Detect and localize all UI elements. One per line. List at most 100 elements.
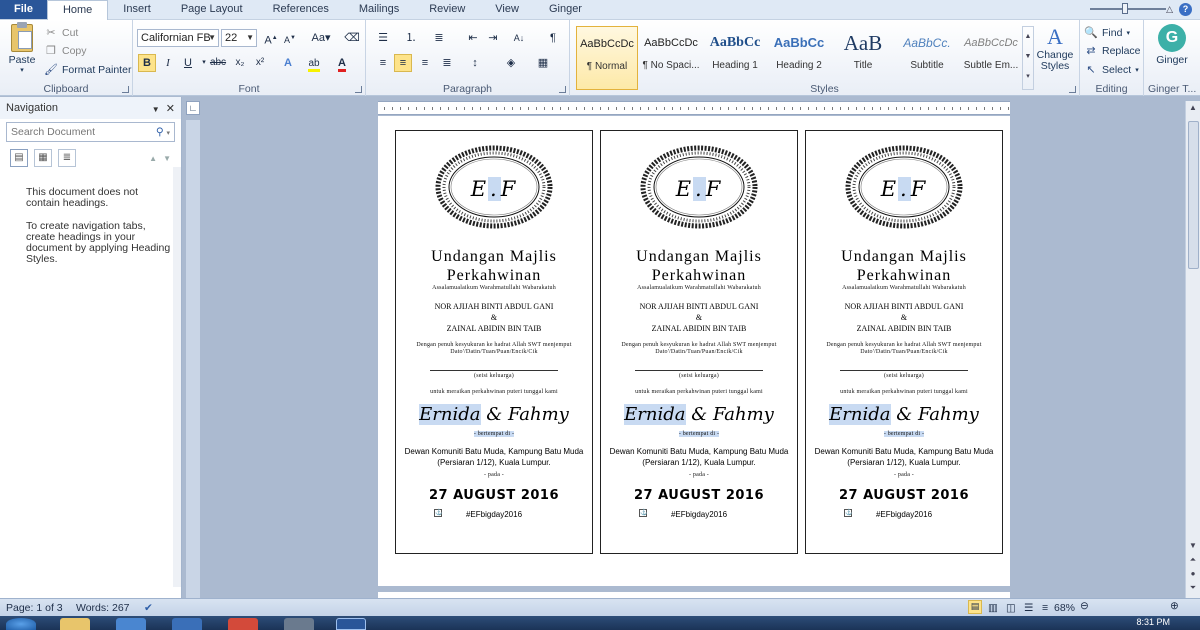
tab-references[interactable]: References <box>258 0 344 19</box>
style-no-spacing[interactable]: AaBbCcDc ¶ No Spaci... <box>640 26 702 90</box>
style-subtitle[interactable]: AaBbCc. Subtitle <box>896 26 958 90</box>
style-normal[interactable]: AaBbCcDc ¶ Normal <box>576 26 638 90</box>
horizontal-ruler[interactable] <box>378 101 1010 115</box>
app-taskbar-icon[interactable] <box>116 618 146 630</box>
full-screen-reading-icon[interactable]: ▥ <box>988 602 998 614</box>
bold-button[interactable]: B <box>138 54 156 72</box>
scroll-up-icon[interactable]: ▲ <box>1186 101 1200 115</box>
search-document-input[interactable]: Search Document ⚲ ▾ <box>6 122 175 142</box>
font-launcher-icon[interactable] <box>355 86 362 93</box>
tab-insert[interactable]: Insert <box>108 0 166 19</box>
copy-button[interactable]: ❐ Copy <box>44 42 86 60</box>
style-heading-2[interactable]: AaBbCc Heading 2 <box>768 26 830 90</box>
superscript-button[interactable]: x² <box>251 54 269 72</box>
search-options-icon[interactable]: ▾ <box>166 130 170 137</box>
find-button[interactable]: 🔍 Find ▾ <box>1084 24 1130 42</box>
zoom-slider[interactable] <box>1090 8 1166 10</box>
pane-options-icon[interactable]: ▼ <box>152 105 160 114</box>
zoom-slider-thumb[interactable] <box>1122 3 1128 14</box>
browser-taskbar-icon[interactable] <box>228 618 258 630</box>
zoom-in-icon[interactable]: ⊕ <box>1170 600 1179 612</box>
tab-view[interactable]: View <box>480 0 534 19</box>
previous-page-icon[interactable]: ⏶ <box>1186 553 1200 567</box>
minimize-ribbon-icon[interactable]: △ <box>1166 4 1173 15</box>
print-layout-icon[interactable]: ▤ <box>968 600 982 614</box>
app-taskbar-icon[interactable] <box>284 618 314 630</box>
numbering-icon[interactable]: ⒈ <box>402 29 420 47</box>
app-taskbar-icon[interactable] <box>172 618 202 630</box>
vertical-ruler[interactable] <box>186 120 200 598</box>
styles-launcher-icon[interactable] <box>1069 86 1076 93</box>
cut-button[interactable]: ✂ Cut <box>44 24 78 42</box>
paste-button[interactable]: Paste ▾ <box>6 22 38 74</box>
clear-formatting-icon[interactable]: ⌫ <box>343 29 361 47</box>
scroll-down-icon[interactable]: ▼ <box>1186 539 1200 553</box>
web-layout-icon[interactable]: ◫ <box>1006 602 1016 614</box>
font-family-select[interactable]: Californian FB ▼ <box>137 29 219 47</box>
format-painter-button[interactable]: 🖌 Format Painter <box>44 61 131 79</box>
increase-indent-icon[interactable]: ⇥ <box>484 29 502 47</box>
tab-ginger[interactable]: Ginger <box>534 0 597 19</box>
close-icon[interactable]: ✕ <box>166 103 175 115</box>
sort-icon[interactable]: A↓ <box>510 29 528 47</box>
tab-mailings[interactable]: Mailings <box>344 0 414 19</box>
select-browse-object-icon[interactable]: ● <box>1186 567 1200 581</box>
change-styles-button[interactable]: A Change Styles <box>1034 24 1076 72</box>
outline-icon[interactable]: ☰ <box>1024 602 1033 614</box>
multilevel-list-icon[interactable]: ≣ <box>430 29 448 47</box>
next-page-icon[interactable]: ⏷ <box>1186 581 1200 595</box>
select-button[interactable]: ↖ Select ▾ <box>1084 61 1138 79</box>
browse-pages-tab[interactable]: ▦ <box>34 149 52 167</box>
browse-results-tab[interactable]: ≣ <box>58 149 76 167</box>
vertical-scrollbar[interactable]: ▲ ▼ ⏶ ● ⏷ <box>1185 101 1200 598</box>
word-count[interactable]: Words: 267 <box>76 602 130 614</box>
tab-file[interactable]: File <box>0 0 47 19</box>
grow-font-button[interactable]: A▲ <box>262 29 280 47</box>
justify-icon[interactable]: ≣ <box>438 54 456 72</box>
change-case-button[interactable]: Aa▾ <box>309 29 333 47</box>
bullets-icon[interactable]: ☰ <box>374 29 392 47</box>
style-title[interactable]: AaB Title <box>832 26 894 90</box>
proofing-icon[interactable]: ✔ <box>144 602 153 614</box>
style-subtle-emphasis[interactable]: AaBbCcDc Subtle Em... <box>960 26 1022 90</box>
ginger-button[interactable]: G Ginger <box>1152 24 1192 66</box>
italic-button[interactable]: I <box>159 54 177 72</box>
align-left-icon[interactable]: ≡ <box>374 54 392 72</box>
font-color-button[interactable]: A <box>333 54 351 72</box>
styles-scroll[interactable]: ▲ ▼ ▾ <box>1022 26 1034 90</box>
show-formatting-marks-icon[interactable]: ¶ <box>544 29 562 47</box>
help-icon[interactable]: ? <box>1179 3 1192 16</box>
zoom-out-icon[interactable]: ⊖ <box>1080 600 1089 612</box>
invitation-card[interactable]: E.F Undangan Majlis Perkahwinan Assalamu… <box>805 130 1003 554</box>
search-icon[interactable]: ⚲ <box>156 126 164 138</box>
zoom-level[interactable]: 68% <box>1054 602 1075 614</box>
previous-arrow-icon[interactable]: ▲ <box>149 154 157 163</box>
tab-page-layout[interactable]: Page Layout <box>166 0 258 19</box>
subscript-button[interactable]: x₂ <box>231 54 249 72</box>
start-button[interactable] <box>6 618 36 630</box>
invitation-card[interactable]: E.F Undangan Majlis Perkahwinan Assalamu… <box>395 130 593 554</box>
font-size-select[interactable]: 22 ▼ <box>221 29 257 47</box>
next-arrow-icon[interactable]: ▼ <box>163 154 171 163</box>
navigation-scrollbar[interactable] <box>173 167 181 587</box>
paragraph-launcher-icon[interactable] <box>559 86 566 93</box>
document-page[interactable]: E.F Undangan Majlis Perkahwinan Assalamu… <box>378 116 1010 586</box>
tab-review[interactable]: Review <box>414 0 480 19</box>
strikethrough-button[interactable]: abc <box>209 54 227 72</box>
document-area[interactable]: E.F Undangan Majlis Perkahwinan Assalamu… <box>200 116 1185 598</box>
clipboard-launcher-icon[interactable] <box>122 86 129 93</box>
tab-home[interactable]: Home <box>46 0 109 21</box>
draft-icon[interactable]: ≡ <box>1042 602 1048 614</box>
replace-button[interactable]: ⇄ Replace <box>1084 42 1140 60</box>
line-spacing-icon[interactable]: ↕ <box>466 54 484 72</box>
shading-icon[interactable]: ◈ <box>502 54 520 72</box>
page-count[interactable]: Page: 1 of 3 <box>6 602 63 614</box>
text-effects-button[interactable]: A <box>279 54 297 72</box>
tab-selector[interactable]: ∟ <box>186 101 200 115</box>
word-taskbar-icon[interactable] <box>336 618 366 630</box>
style-heading-1[interactable]: AaBbCc Heading 1 <box>704 26 766 90</box>
align-right-icon[interactable]: ≡ <box>416 54 434 72</box>
shrink-font-button[interactable]: A▼ <box>281 29 299 47</box>
align-center-icon[interactable]: ≡ <box>394 54 412 72</box>
decrease-indent-icon[interactable]: ⇤ <box>464 29 482 47</box>
